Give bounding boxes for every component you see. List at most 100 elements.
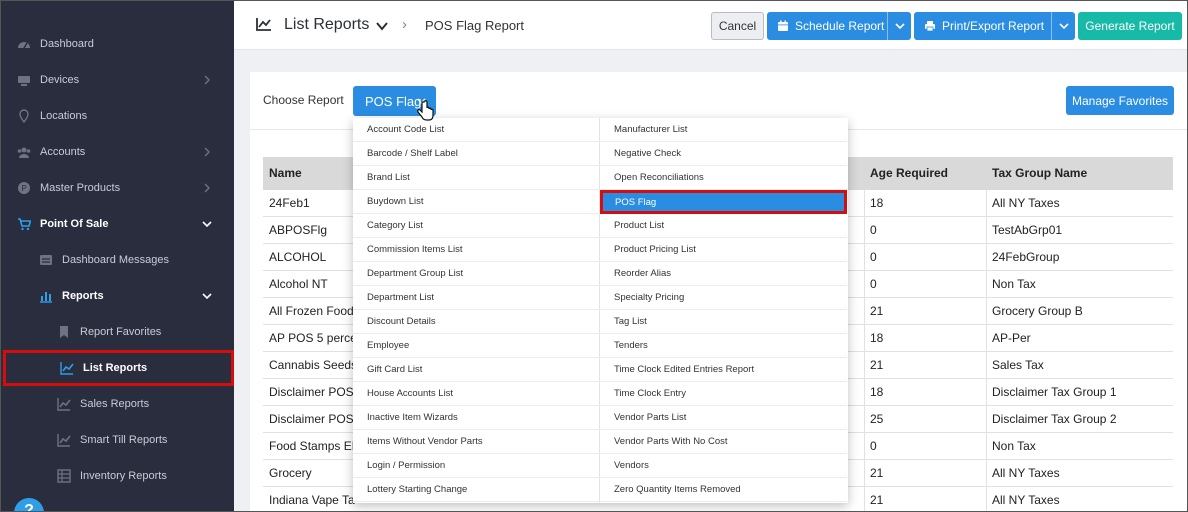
page-title: List Reports (284, 16, 370, 33)
cell-age: 21 (870, 358, 884, 372)
menu-item[interactable]: Lottery Starting Change (353, 478, 600, 502)
sidebar-item-label: Reports (62, 290, 104, 302)
sidebar-item-label: Dashboard (40, 38, 94, 50)
menu-item[interactable]: Open Reconciliations (600, 166, 847, 190)
menu-item[interactable]: Tag List (600, 310, 847, 334)
column-header-age[interactable]: Age Required (870, 166, 948, 180)
generate-report-button[interactable]: Generate Report (1078, 12, 1182, 40)
cell-name: Indiana Vape Ta (269, 493, 355, 507)
chevron-down-icon[interactable] (376, 21, 388, 31)
calendar-icon (778, 20, 788, 31)
sidebar-item-list-reports[interactable]: List Reports (3, 350, 234, 386)
sidebar-item-dashboard-messages[interactable]: Dashboard Messages (0, 242, 234, 278)
menu-item[interactable]: Vendor Parts List (600, 406, 847, 430)
cell-tax: TestAbGrp01 (992, 223, 1063, 237)
menu-item[interactable]: Zero Quantity Items Removed (600, 478, 847, 502)
sidebar-item-point-of-sale[interactable]: Point Of Sale (0, 206, 234, 242)
sidebar-item-label: Point Of Sale (40, 218, 109, 230)
sidebar-item-dashboard[interactable]: Dashboard (0, 26, 234, 62)
line-chart-icon (57, 433, 71, 447)
sidebar-item-sales-reports[interactable]: Sales Reports (0, 386, 234, 422)
cancel-button[interactable]: Cancel (711, 12, 764, 40)
help-chat-icon[interactable]: ? (14, 498, 44, 512)
menu-item[interactable]: Gift Card List (353, 358, 600, 382)
menu-item[interactable]: Login / Permission (353, 454, 600, 478)
column-header-tax[interactable]: Tax Group Name (992, 166, 1087, 180)
cell-name: Food Stamps EE (269, 439, 355, 453)
menu-item[interactable]: Brand List (353, 166, 600, 190)
cell-age: 21 (870, 493, 884, 507)
menu-item[interactable]: Time Clock Edited Entries Report (600, 358, 847, 382)
sidebar-item-smart-till-reports[interactable]: Smart Till Reports (0, 422, 234, 458)
sidebar-item-label: List Reports (83, 362, 148, 374)
menu-item[interactable]: Vendors (600, 454, 847, 478)
sidebar-item-accounts[interactable]: Accounts (0, 134, 234, 170)
chevron-down-icon (202, 219, 212, 229)
sidebar-item-label: Smart Till Reports (80, 434, 168, 446)
sidebar-item-label: Report Favorites (80, 326, 162, 338)
menu-item[interactable]: Specialty Pricing (600, 286, 847, 310)
print-export-dropdown[interactable] (1051, 12, 1075, 40)
sidebar-item-inventory-reports[interactable]: Inventory Reports (0, 458, 234, 494)
cell-age: 0 (870, 439, 877, 453)
sidebar-item-label: Dashboard Messages (62, 254, 170, 266)
menu-item[interactable]: Barcode / Shelf Label (353, 142, 600, 166)
menu-item[interactable]: Commission Items List (353, 238, 600, 262)
schedule-report-button[interactable]: Schedule Report (767, 12, 911, 40)
report-dropdown-menu: Account Code List Barcode / Shelf Label … (353, 118, 848, 503)
sidebar: Dashboard Devices Locations Accounts P M… (0, 0, 234, 512)
menu-item[interactable]: Vendor Parts With No Cost (600, 430, 847, 454)
sidebar-item-report-favorites[interactable]: Report Favorites (0, 314, 234, 350)
cell-age: 0 (870, 250, 877, 264)
cell-age: 18 (870, 196, 884, 210)
sidebar-item-label: Inventory Reports (80, 470, 167, 482)
menu-item[interactable]: Items Without Vendor Parts (353, 430, 600, 454)
cell-name: ABPOSFlg (269, 223, 328, 237)
menu-item[interactable]: Product List (600, 214, 847, 238)
menu-item[interactable]: Buydown List (353, 190, 600, 214)
manage-favorites-button[interactable]: Manage Favorites (1066, 86, 1174, 115)
cell-tax: All NY Taxes (992, 196, 1060, 210)
menu-item[interactable]: Discount Details (353, 310, 600, 334)
cell-name: ALCOHOL (269, 250, 327, 264)
menu-item[interactable]: Inactive Item Wizards (353, 406, 600, 430)
cell-age: 21 (870, 466, 884, 480)
menu-item[interactable]: Employee (353, 334, 600, 358)
cell-tax: 24FebGroup (992, 250, 1060, 264)
cell-tax: Disclaimer Tax Group 1 (992, 385, 1117, 399)
schedule-report-dropdown[interactable] (887, 12, 911, 40)
cell-name: Disclaimer POS (269, 412, 354, 426)
line-chart-icon (57, 397, 71, 411)
menu-item[interactable]: Account Code List (353, 118, 600, 142)
sidebar-item-master-products[interactable]: P Master Products (0, 170, 234, 206)
sidebar-item-devices[interactable]: Devices (0, 62, 234, 98)
sidebar-item-locations[interactable]: Locations (0, 98, 234, 134)
chevron-right-icon (202, 183, 212, 193)
menu-item[interactable]: Category List (353, 214, 600, 238)
cell-name: Disclaimer POS (269, 385, 354, 399)
sidebar-item-label: Devices (40, 74, 80, 86)
line-chart-icon (60, 361, 74, 375)
column-header-name[interactable]: Name (269, 166, 302, 180)
print-export-button[interactable]: Print/Export Report (914, 12, 1075, 40)
cell-tax: All NY Taxes (992, 493, 1060, 507)
menu-item[interactable]: Department List (353, 286, 600, 310)
selected-report-label: POS Flag (365, 93, 422, 109)
menu-item[interactable]: Time Clock Entry (600, 382, 847, 406)
menu-column-left: Account Code List Barcode / Shelf Label … (353, 118, 600, 503)
menu-item-active[interactable]: POS Flag (600, 190, 847, 214)
menu-item[interactable]: House Accounts List (353, 382, 600, 406)
sidebar-item-reports[interactable]: Reports (0, 278, 234, 314)
bookmark-icon (57, 325, 71, 339)
breadcrumb[interactable]: POS Flag Report (425, 18, 524, 33)
menu-item[interactable]: Tenders (600, 334, 847, 358)
devices-icon (17, 73, 31, 87)
chevron-down-icon (894, 23, 905, 30)
menu-item[interactable]: Reorder Alias (600, 262, 847, 286)
menu-item[interactable]: Manufacturer List (600, 118, 847, 142)
menu-item[interactable]: Department Group List (353, 262, 600, 286)
menu-item[interactable]: Negative Check (600, 142, 847, 166)
menu-item[interactable]: Product Pricing List (600, 238, 847, 262)
cell-tax: Non Tax (992, 439, 1036, 453)
chevron-right-icon (202, 147, 212, 157)
